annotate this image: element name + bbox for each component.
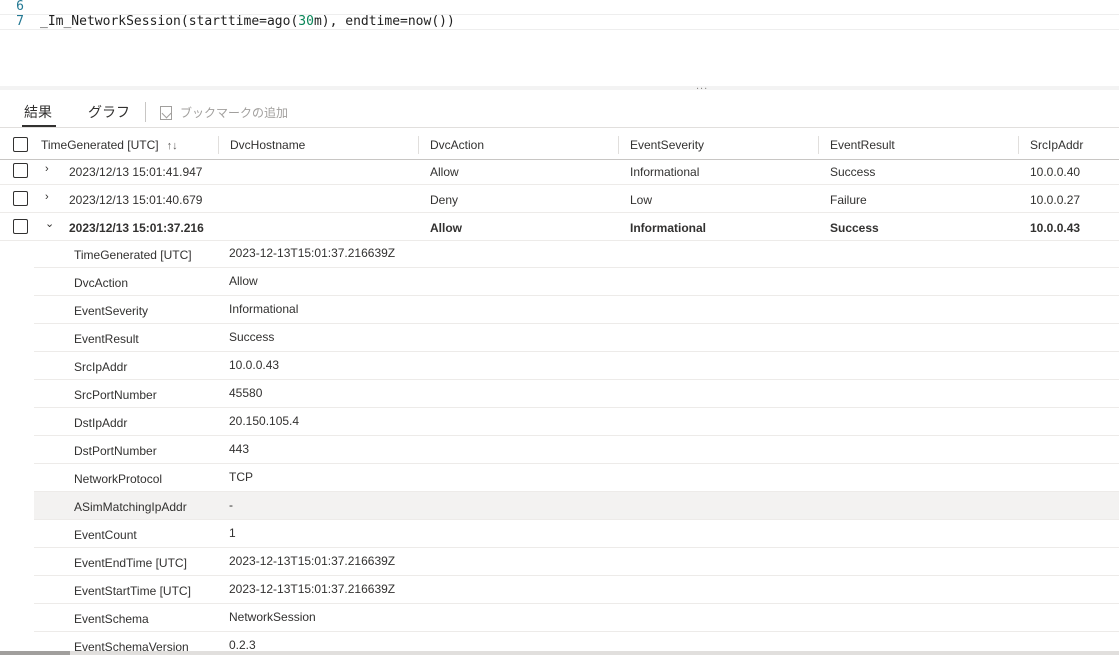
- grid-header: TimeGenerated [UTC] ↑↓ DvcHostname DvcAct…: [0, 130, 1119, 160]
- horizontal-scrollbar[interactable]: [0, 651, 1119, 655]
- cell-dvcaction: Allow: [430, 165, 459, 179]
- active-tab-indicator: [22, 125, 56, 127]
- detail-row: SrcPortNumber 45580: [34, 380, 1119, 408]
- detail-row: EventSeverity Informational: [34, 296, 1119, 324]
- detail-key: EventResult: [74, 332, 139, 346]
- cell-srcipaddr: 10.0.0.27: [1030, 193, 1081, 207]
- detail-key: EventSchema: [74, 612, 149, 626]
- detail-key: DstIpAddr: [74, 416, 128, 430]
- detail-value: 20.150.105.4: [229, 414, 300, 428]
- detail-value: 1: [229, 526, 236, 540]
- detail-row: DvcAction Allow: [34, 268, 1119, 296]
- table-row[interactable]: › 2023/12/13 15:01:41.947 Allow Informat…: [0, 157, 1119, 185]
- detail-key: EventStartTime [UTC]: [74, 584, 191, 598]
- scrollbar-thumb[interactable]: [0, 651, 70, 655]
- detail-value: Allow: [229, 274, 258, 288]
- column-header-dvchostname[interactable]: DvcHostname: [230, 138, 305, 152]
- column-header-timegenerated[interactable]: TimeGenerated [UTC] ↑↓: [41, 138, 178, 152]
- detail-value: TCP: [229, 470, 253, 484]
- cell-srcipaddr: 10.0.0.40: [1030, 165, 1081, 179]
- cell-eventseverity: Informational: [630, 165, 700, 179]
- detail-key: NetworkProtocol: [74, 472, 163, 486]
- row-checkbox[interactable]: [13, 219, 28, 234]
- detail-key: SrcPortNumber: [74, 388, 157, 402]
- detail-key: TimeGenerated [UTC]: [74, 248, 192, 262]
- code-line-7[interactable]: 7 _Im_NetworkSession(starttime=ago(30m),…: [0, 14, 1119, 30]
- detail-key: EventEndTime [UTC]: [74, 556, 187, 570]
- query-code: _Im_NetworkSession(starttime=ago(30m), e…: [40, 14, 455, 29]
- detail-value: 10.0.0.43: [229, 358, 280, 372]
- detail-value: Success: [229, 330, 275, 344]
- column-header-srcipaddr[interactable]: SrcIpAddr: [1030, 138, 1083, 152]
- detail-value: 2023-12-13T15:01:37.216639Z: [229, 554, 396, 568]
- chevron-down-icon[interactable]: ⌄: [45, 217, 54, 230]
- results-tabs: 結果 グラフ ブックマークの追加: [0, 90, 1119, 128]
- column-divider[interactable]: [1018, 136, 1019, 154]
- column-divider[interactable]: [818, 136, 819, 154]
- column-divider[interactable]: [418, 136, 419, 154]
- column-divider[interactable]: [618, 136, 619, 154]
- detail-row: EventStartTime [UTC] 2023-12-13T15:01:37.…: [34, 576, 1119, 604]
- detail-key: EventSeverity: [74, 304, 149, 318]
- table-row-expanded[interactable]: ⌄ 2023/12/13 15:01:37.216 Allow Informat…: [0, 213, 1119, 241]
- table-row[interactable]: › 2023/12/13 15:01:40.679 Deny Low Failu…: [0, 185, 1119, 213]
- code-line-6[interactable]: 6: [0, 0, 1119, 15]
- cell-eventresult: Success: [830, 221, 879, 235]
- chevron-right-icon[interactable]: ›: [45, 163, 49, 175]
- detail-key: ASimMatchingIpAddr: [74, 500, 187, 514]
- detail-key: SrcIpAddr: [74, 360, 128, 374]
- tab-divider: [145, 102, 146, 122]
- tab-results[interactable]: 結果: [24, 102, 52, 122]
- row-checkbox[interactable]: [13, 191, 28, 206]
- cell-eventresult: Failure: [830, 193, 867, 207]
- column-header-dvcaction[interactable]: DvcAction: [430, 138, 484, 152]
- detail-value: 2023-12-13T15:01:37.216639Z: [229, 246, 396, 260]
- detail-row: SrcIpAddr 10.0.0.43: [34, 352, 1119, 380]
- detail-row: EventCount 1: [34, 520, 1119, 548]
- query-editor[interactable]: 6 7 _Im_NetworkSession(starttime=ago(30m…: [0, 0, 1119, 86]
- cell-timegenerated: 2023/12/13 15:01:40.679: [69, 193, 203, 207]
- cell-srcipaddr: 10.0.0.43: [1030, 221, 1081, 235]
- cell-dvcaction: Allow: [430, 221, 462, 235]
- row-checkbox[interactable]: [13, 163, 28, 178]
- detail-row: EventSchema NetworkSession: [34, 604, 1119, 632]
- bookmark-icon: [160, 105, 172, 120]
- add-bookmark-label: ブックマークの追加: [180, 106, 289, 120]
- column-divider[interactable]: [218, 136, 219, 154]
- add-bookmark-button[interactable]: ブックマークの追加: [160, 104, 288, 121]
- detail-value: 2023-12-13T15:01:37.216639Z: [229, 582, 396, 596]
- cell-timegenerated: 2023/12/13 15:01:37.216: [69, 221, 204, 235]
- detail-row: NetworkProtocol TCP: [34, 464, 1119, 492]
- line-number: 6: [16, 0, 24, 14]
- detail-row: TimeGenerated [UTC] 2023-12-13T15:01:37.2…: [34, 240, 1119, 268]
- detail-row: EventEndTime [UTC] 2023-12-13T15:01:37.21…: [34, 548, 1119, 576]
- detail-key: DvcAction: [74, 276, 129, 290]
- detail-row: DstPortNumber 443: [34, 436, 1119, 464]
- cell-eventseverity: Informational: [630, 221, 707, 235]
- detail-key: EventCount: [74, 528, 137, 542]
- detail-value: 443: [229, 442, 250, 456]
- detail-row: DstIpAddr 20.150.105.4: [34, 408, 1119, 436]
- cell-eventseverity: Low: [630, 193, 653, 207]
- cell-dvcaction: Deny: [430, 193, 459, 207]
- column-header-eventresult[interactable]: EventResult: [830, 138, 895, 152]
- cell-timegenerated: 2023/12/13 15:01:41.947: [69, 165, 203, 179]
- line-number: 7: [16, 14, 24, 29]
- select-all-checkbox[interactable]: [13, 137, 28, 152]
- detail-row: EventResult Success: [34, 324, 1119, 352]
- detail-value: 45580: [229, 386, 263, 400]
- detail-value: NetworkSession: [229, 610, 316, 624]
- detail-key: DstPortNumber: [74, 444, 157, 458]
- chevron-right-icon[interactable]: ›: [45, 191, 49, 203]
- cell-eventresult: Success: [830, 165, 876, 179]
- detail-value: 0.2.3: [229, 638, 256, 652]
- tab-chart[interactable]: グラフ: [88, 102, 130, 122]
- detail-value: -: [229, 498, 233, 512]
- detail-value: Informational: [229, 302, 299, 316]
- detail-row-hovered[interactable]: ASimMatchingIpAddr -: [34, 492, 1119, 520]
- column-header-eventseverity[interactable]: EventSeverity: [630, 138, 704, 152]
- sort-icon[interactable]: ↑↓: [167, 140, 178, 152]
